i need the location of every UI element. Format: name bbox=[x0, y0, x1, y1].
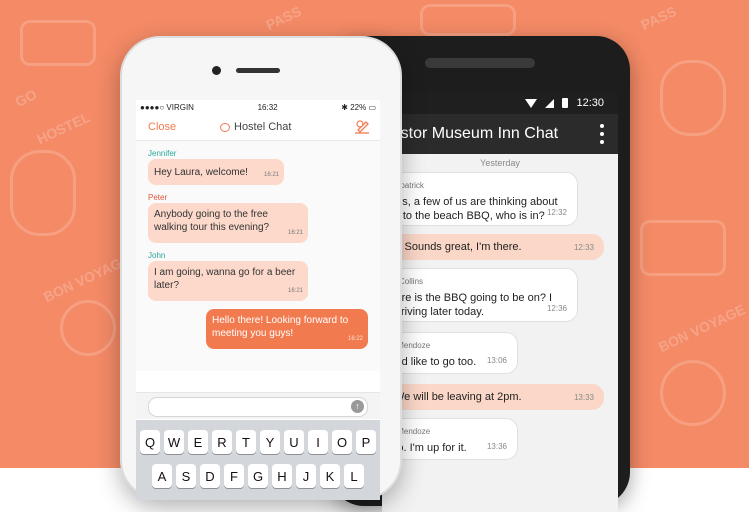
ios-message-list[interactable]: Jennifer Hey Laura, welcome! 16:21 Peter… bbox=[136, 141, 380, 371]
earpiece bbox=[236, 68, 280, 73]
android-screen: 12:30 Astor Museum Inn Chat Yesterday ul… bbox=[382, 92, 618, 512]
android-status-time: 12:30 bbox=[576, 97, 604, 109]
message-text: Where is the BBQ going to be on? I will … bbox=[382, 292, 553, 318]
message-bubble[interactable]: Hey Laura, welcome! 16:21 bbox=[148, 159, 284, 185]
key[interactable]: U bbox=[284, 430, 304, 454]
message-input[interactable] bbox=[148, 397, 368, 417]
message-time: 13:36 bbox=[486, 442, 507, 451]
keyboard-row-1: Q W E R T Y U I O P bbox=[136, 430, 380, 454]
message-text: i guys, a few of us are thinking about o… bbox=[382, 196, 558, 222]
message-sender: ul Fitzpatrick bbox=[382, 181, 424, 190]
key[interactable]: E bbox=[188, 430, 208, 454]
message-time: 13:06 bbox=[486, 356, 507, 365]
message-time: 16:21 bbox=[263, 172, 279, 178]
key[interactable]: R bbox=[212, 430, 232, 454]
battery-label: ✱ 22% ▭ bbox=[341, 102, 376, 112]
message-bubble[interactable]: Anybody going to the free walking tour t… bbox=[148, 203, 308, 243]
android-toolbar: Astor Museum Inn Chat bbox=[382, 114, 618, 154]
message-sender: John bbox=[148, 251, 166, 260]
message-text: Hi, Sounds great, I'm there. bbox=[388, 241, 522, 253]
message-time: 16:21 bbox=[287, 288, 303, 294]
ios-nav-bar: Close Hostel Chat bbox=[136, 114, 380, 141]
message-sender: anna Collins bbox=[382, 277, 424, 286]
key[interactable]: O bbox=[332, 430, 352, 454]
carrier-label: ●●●●○ VIRGIN bbox=[140, 102, 194, 112]
message-time: 16:21 bbox=[287, 230, 303, 236]
key[interactable]: Y bbox=[260, 430, 280, 454]
key[interactable]: I bbox=[308, 430, 328, 454]
doodle-text: BON VOYAGE bbox=[656, 300, 748, 356]
front-camera bbox=[212, 66, 221, 75]
message-bubble-outgoing[interactable]: Hello there! Looking forward to meeting … bbox=[206, 309, 368, 349]
message-bubble-outgoing[interactable]: We will be leaving at 2pm. 13:33 bbox=[384, 384, 604, 410]
iphone-screen: ●●●●○ VIRGIN 16:32 ✱ 22% ▭ Close Hostel … bbox=[136, 100, 380, 500]
close-button[interactable]: Close bbox=[148, 121, 176, 133]
signal-icon bbox=[545, 98, 555, 108]
ios-status-bar: ●●●●○ VIRGIN 16:32 ✱ 22% ▭ bbox=[136, 100, 380, 114]
message-time: 12:32 bbox=[546, 208, 567, 217]
message-time: 12:33 bbox=[573, 243, 594, 252]
doodle-text: PASS bbox=[638, 2, 679, 34]
message-sender: Peter bbox=[148, 193, 168, 202]
battery-icon bbox=[562, 98, 569, 108]
keyboard: Q W E R T Y U I O P A S D F G H J K L bbox=[136, 420, 380, 500]
message-time: 12:36 bbox=[546, 304, 567, 313]
message-bubble[interactable]: ndre Mendoze e too. I'm up for it. 13:36 bbox=[382, 418, 518, 460]
speaker-grille bbox=[425, 58, 535, 68]
chat-title: Hostel Chat bbox=[220, 121, 291, 133]
overflow-menu-icon[interactable] bbox=[592, 122, 612, 146]
message-time: 16:22 bbox=[347, 336, 363, 342]
doodle-text: GO bbox=[12, 86, 40, 110]
message-composer: ↑ bbox=[136, 392, 380, 419]
message-bubble-outgoing[interactable]: Hi, Sounds great, I'm there. 12:33 bbox=[382, 234, 604, 260]
wifi-icon bbox=[525, 98, 538, 108]
message-sender: Jennifer bbox=[148, 149, 177, 158]
message-text: Anybody going to the free walking tour t… bbox=[154, 209, 270, 233]
android-message-list[interactable]: Yesterday ul Fitzpatrick i guys, a few o… bbox=[382, 154, 618, 512]
message-bubble[interactable]: I am going, wanna go for a beer later? 1… bbox=[148, 261, 308, 301]
doodle-text: BON VOYAGE bbox=[41, 250, 133, 306]
android-status-bar: 12:30 bbox=[382, 92, 618, 114]
chat-title-text: Hostel Chat bbox=[234, 121, 292, 133]
key[interactable]: P bbox=[356, 430, 376, 454]
ios-status-time: 16:32 bbox=[257, 102, 278, 112]
message-time: 13:33 bbox=[573, 393, 594, 402]
message-text: Hello there! Looking forward to meeting … bbox=[212, 315, 349, 339]
send-icon[interactable]: ↑ bbox=[351, 400, 364, 413]
key[interactable]: T bbox=[236, 430, 256, 454]
compose-icon[interactable] bbox=[354, 118, 370, 134]
message-text: I am going, wanna go for a beer later? bbox=[154, 267, 296, 291]
message-text: We will be leaving at 2pm. bbox=[394, 391, 522, 403]
message-bubble[interactable]: anna Collins Where is the BBQ going to b… bbox=[382, 268, 578, 322]
message-bubble[interactable]: ul Fitzpatrick i guys, a few of us are t… bbox=[382, 172, 578, 226]
day-separator: Yesterday bbox=[480, 158, 520, 168]
android-chat-title: Astor Museum Inn Chat bbox=[390, 125, 559, 142]
message-text: Hey Laura, welcome! bbox=[154, 167, 248, 178]
key[interactable]: Q bbox=[140, 430, 160, 454]
iphone: ●●●●○ VIRGIN 16:32 ✱ 22% ▭ Close Hostel … bbox=[120, 36, 402, 500]
message-bubble[interactable]: ndre Mendoze would like to go too. 13:06 bbox=[382, 332, 518, 374]
doodle-text: HOSTEL bbox=[34, 108, 93, 148]
doodle-text: PASS bbox=[263, 2, 304, 34]
key[interactable]: W bbox=[164, 430, 184, 454]
chat-bubble-icon bbox=[220, 122, 230, 132]
